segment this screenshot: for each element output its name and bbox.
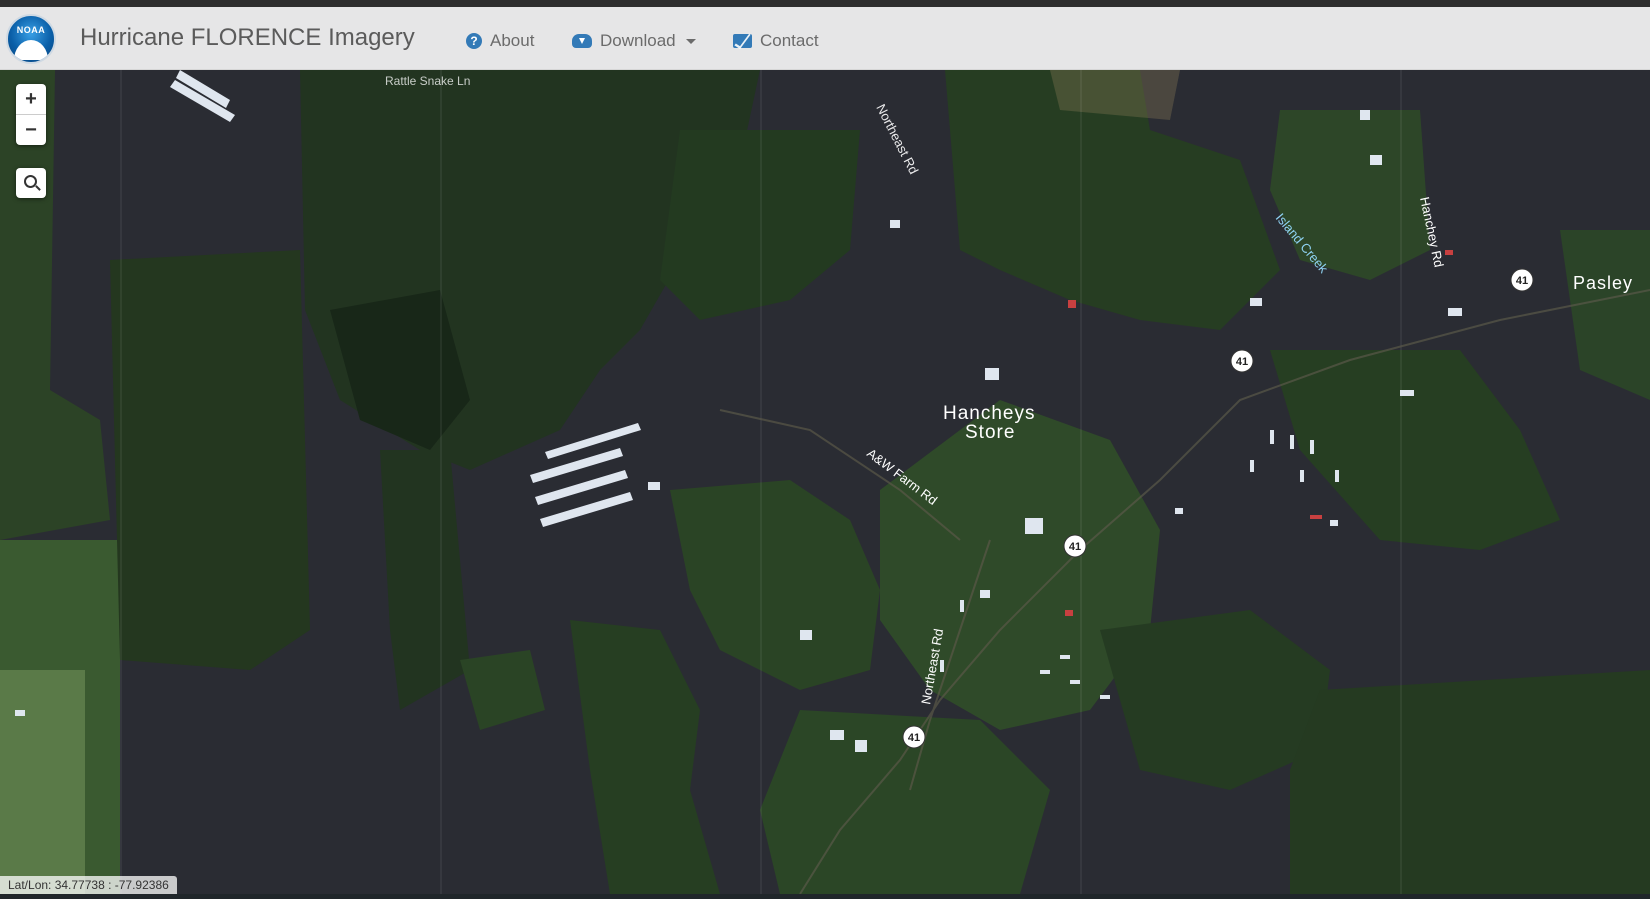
search-icon xyxy=(24,175,37,188)
zoom-out-button[interactable]: − xyxy=(16,115,46,145)
noaa-gull-icon xyxy=(14,40,48,60)
zoom-control: + − xyxy=(16,84,46,145)
navbar: NOAA Hurricane FLORENCE Imagery ? About … xyxy=(0,7,1650,70)
aerial-imagery[interactable]: Rattle Snake Ln Northeast Rd Island Cree… xyxy=(0,70,1650,895)
svg-text:41: 41 xyxy=(1069,541,1081,553)
svg-text:41: 41 xyxy=(908,732,920,744)
noaa-logo-text: NOAA xyxy=(16,25,46,35)
label-store: Store xyxy=(965,422,1015,443)
cloud-download-icon xyxy=(572,34,592,48)
route-41-shield-pasley: 41 xyxy=(1510,268,1534,292)
question-circle-icon: ? xyxy=(466,33,482,49)
latlon-readout: Lat/Lon: 34.77738 : -77.92386 xyxy=(0,876,177,894)
nav-contact[interactable]: Contact xyxy=(733,29,819,53)
window-top-strip xyxy=(0,0,1650,7)
label-pasley: Pasley xyxy=(1573,273,1633,293)
nav-contact-label: Contact xyxy=(760,31,819,50)
route-41-shield-center: 41 xyxy=(1063,534,1087,558)
caret-down-icon xyxy=(685,38,696,44)
svg-text:41: 41 xyxy=(1236,356,1248,368)
route-41-shield-south: 41 xyxy=(902,725,926,749)
zoom-in-button[interactable]: + xyxy=(16,84,46,115)
nav-about-label: About xyxy=(490,31,535,50)
nav-about[interactable]: ? About xyxy=(466,29,534,53)
map-canvas[interactable]: Rattle Snake Ln Northeast Rd Island Cree… xyxy=(0,70,1650,895)
label-rattle-snake-ln: Rattle Snake Ln xyxy=(385,74,470,88)
envelope-icon xyxy=(733,34,752,48)
route-41-shield-east: 41 xyxy=(1230,349,1254,373)
noaa-logo[interactable]: NOAA xyxy=(6,14,56,64)
app-title[interactable]: Hurricane FLORENCE Imagery xyxy=(80,24,415,52)
nav-download-label: Download xyxy=(600,31,676,50)
label-hancheys: Hancheys xyxy=(943,403,1036,424)
nav-download-dropdown[interactable]: Download xyxy=(572,29,696,53)
search-button[interactable] xyxy=(16,168,46,198)
svg-text:41: 41 xyxy=(1516,275,1528,287)
